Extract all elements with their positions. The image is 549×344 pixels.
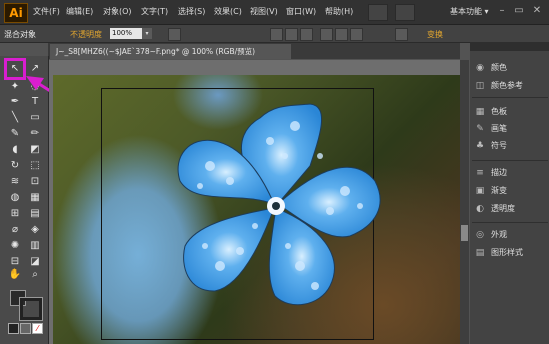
align-left-icon[interactable]: [270, 28, 283, 41]
artboard-tool-icon[interactable]: ⊟: [8, 255, 22, 269]
appearance-icon: ◎: [476, 230, 484, 240]
blend-tool-icon[interactable]: ◈: [28, 223, 42, 237]
menu-type[interactable]: 文字(T): [141, 6, 168, 17]
free-transform-tool-icon[interactable]: ⊡: [28, 175, 42, 189]
column-graph-tool-icon[interactable]: ▥: [28, 239, 42, 253]
panel-symbols[interactable]: ♣ 符号: [474, 139, 507, 153]
bridge-icon[interactable]: [368, 4, 388, 21]
gradient-mode-icon[interactable]: [20, 323, 31, 334]
panel-brushes[interactable]: ✎ 画笔: [474, 122, 507, 136]
symbol-sprayer-tool-icon[interactable]: ✺: [8, 239, 22, 253]
panel-color[interactable]: ◉ 颜色: [474, 61, 507, 75]
align-right-icon[interactable]: [300, 28, 313, 41]
workspace-switcher[interactable]: 基本功能 ▾: [450, 6, 489, 17]
panel-appearance[interactable]: ◎ 外观: [474, 228, 507, 242]
panel-gradient[interactable]: ▣ 渐变: [474, 184, 507, 198]
panel-color-guide[interactable]: ◫ 颜色参考: [474, 79, 523, 93]
symbols-icon: ♣: [475, 141, 485, 151]
width-tool-icon[interactable]: ≋: [8, 175, 22, 189]
stroke-icon: ≡: [476, 168, 484, 178]
transparency-icon: ◐: [476, 204, 484, 214]
align-bottom-icon[interactable]: [350, 28, 363, 41]
align-top-icon[interactable]: [320, 28, 333, 41]
recolor-icon[interactable]: [168, 28, 181, 41]
menu-file[interactable]: 文件(F): [33, 6, 60, 17]
menu-window[interactable]: 窗口(W): [286, 6, 316, 17]
close-icon[interactable]: ✕: [530, 4, 544, 18]
vertical-scrollbar[interactable]: [460, 60, 469, 344]
opacity-dropdown-icon[interactable]: ▾: [142, 28, 152, 39]
scale-tool-icon[interactable]: ⬚: [28, 159, 42, 173]
scrollbar-thumb[interactable]: [461, 225, 468, 241]
menu-edit[interactable]: 编辑(E): [66, 6, 93, 17]
opacity-label[interactable]: 不透明度: [70, 29, 102, 40]
panel-separator: [472, 160, 548, 161]
menu-help[interactable]: 帮助(H): [325, 6, 353, 17]
slice-tool-icon[interactable]: ◪: [28, 255, 42, 269]
distribute-icon[interactable]: [395, 28, 408, 41]
selection-type-label: 混合对象: [4, 30, 36, 39]
panel-stroke[interactable]: ≡ 描边: [474, 166, 507, 180]
graphic-styles-icon: ▤: [475, 248, 485, 258]
gradient-icon: ▣: [475, 186, 485, 196]
none-mode-icon[interactable]: ⁄: [32, 323, 43, 334]
stroke-swatch[interactable]: [19, 297, 43, 321]
mesh-tool-icon[interactable]: ⊞: [8, 207, 22, 221]
swatches-icon: ▦: [475, 107, 485, 117]
flower-image[interactable]: [170, 96, 388, 311]
blob-brush-tool-icon[interactable]: ◖: [8, 143, 22, 157]
brushes-icon: ✎: [476, 124, 484, 134]
color-mode-icon[interactable]: [8, 323, 19, 334]
color-guide-icon: ◫: [475, 81, 485, 91]
color-icon: ◉: [476, 63, 484, 73]
maximize-icon[interactable]: ▭: [512, 4, 526, 18]
menu-object[interactable]: 对象(O): [103, 6, 132, 17]
dock-header: [470, 42, 549, 51]
arrange-documents-icon[interactable]: [395, 4, 415, 21]
document-tab[interactable]: J~_S8[MHZ6((~$JAE`378~F.png* @ 100% (RGB…: [50, 44, 291, 59]
menu-select[interactable]: 选择(S): [178, 6, 205, 17]
eraser-tool-icon[interactable]: ◩: [28, 143, 42, 157]
app-logo: Ai: [4, 3, 28, 23]
eyedropper-tool-icon[interactable]: ⌀: [8, 223, 22, 237]
panel-separator: [472, 97, 548, 98]
panel-graphic-styles[interactable]: ▤ 图形样式: [474, 246, 523, 260]
transform-link[interactable]: 变换: [427, 29, 443, 40]
minimize-icon[interactable]: –: [495, 4, 509, 18]
menu-effect[interactable]: 效果(C): [214, 6, 242, 17]
align-center-icon[interactable]: [285, 28, 298, 41]
perspective-grid-tool-icon[interactable]: ▦: [28, 191, 42, 205]
shape-builder-tool-icon[interactable]: ◍: [8, 191, 22, 205]
align-middle-icon[interactable]: [335, 28, 348, 41]
panel-separator: [472, 222, 548, 223]
panel-transparency[interactable]: ◐ 透明度: [474, 202, 515, 216]
hand-tool-icon[interactable]: ✋: [8, 268, 22, 282]
gradient-tool-icon[interactable]: ▤: [28, 207, 42, 221]
panel-swatches[interactable]: ▦ 色板: [474, 105, 507, 119]
zoom-tool-icon[interactable]: ⌕: [28, 268, 42, 282]
rotate-tool-icon[interactable]: ↻: [8, 159, 22, 173]
menu-view[interactable]: 视图(V): [250, 6, 278, 17]
opacity-input[interactable]: 100%: [110, 28, 142, 39]
